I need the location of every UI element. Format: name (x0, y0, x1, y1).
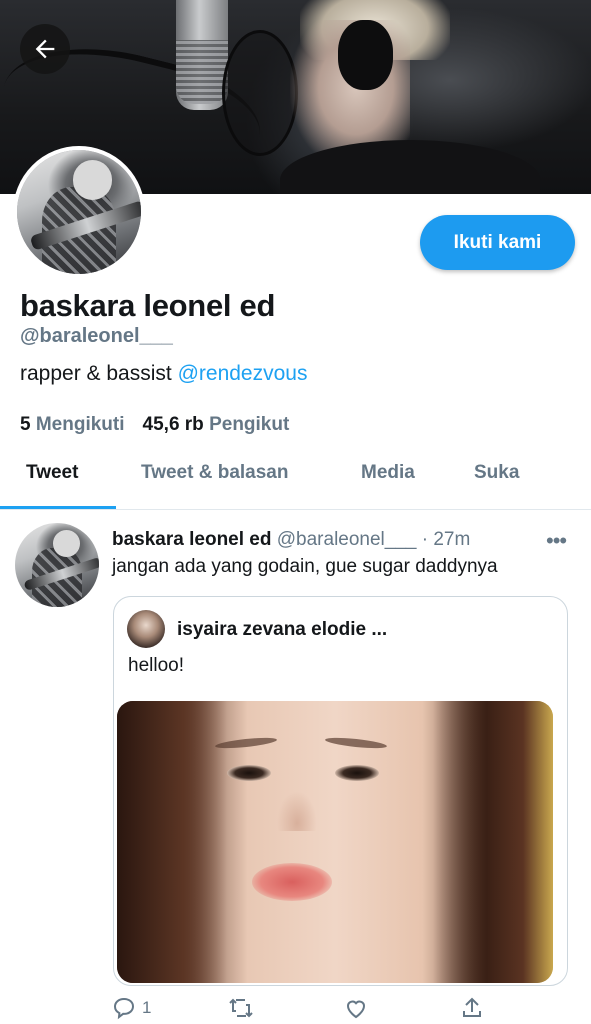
quote-author-name: isyaira zevana elodie ... (177, 619, 388, 640)
following-count: 5 (20, 414, 31, 435)
profile-avatar[interactable] (13, 146, 145, 278)
tab-likes[interactable]: Suka (474, 462, 519, 484)
quote-image[interactable] (117, 701, 553, 983)
retweet-button[interactable] (228, 996, 254, 1020)
reply-button[interactable]: 1 (112, 996, 151, 1020)
tweet-actions: 1 (0, 996, 591, 1024)
arrow-left-icon (35, 39, 55, 59)
followers-count: 45,6 rb (142, 414, 204, 435)
like-button[interactable] (344, 996, 368, 1020)
tweet-author-name[interactable]: baskara leonel ed (112, 529, 271, 550)
profile-bio: rapper & bassist @rendezvous (20, 362, 307, 386)
followers-label: Pengikut (209, 414, 290, 435)
quote-text: helloo! (128, 655, 184, 676)
tweet-meta: @baraleonel___ · 27m (276, 529, 471, 550)
reply-icon (113, 997, 135, 1020)
share-icon (463, 997, 481, 1017)
follow-button[interactable]: Ikuti kami (420, 215, 575, 270)
tab-media[interactable]: Media (361, 462, 415, 484)
heart-icon (346, 1000, 366, 1019)
profile-handle: @baraleonel___ (20, 325, 173, 347)
tab-tweet[interactable]: Tweet (26, 462, 78, 484)
quoted-tweet[interactable]: isyaira zevana elodie ... helloo! (113, 596, 568, 986)
tweet-header: baskara leonel ed @baraleonel___ · 27m (112, 529, 470, 551)
more-options-icon[interactable]: ••• (546, 528, 567, 554)
profile-tabs: Tweet Tweet & balasan Media Suka (0, 450, 591, 510)
back-button[interactable] (20, 24, 70, 74)
tabs-divider (0, 509, 591, 510)
quote-avatar (127, 610, 165, 648)
retweet-icon (229, 998, 253, 1018)
reply-count: 1 (142, 998, 152, 1017)
following-stat[interactable]: 5 Mengikuti (20, 414, 125, 435)
profile-name: baskara leonel ed (20, 288, 276, 323)
share-button[interactable] (460, 996, 484, 1020)
profile-stats: 5 Mengikuti 45,6 rb Pengikut (20, 414, 289, 436)
bio-mention-link[interactable]: @rendezvous (178, 362, 308, 385)
following-label: Mengikuti (35, 414, 125, 435)
tweet-avatar[interactable] (15, 523, 99, 607)
followers-stat[interactable]: 45,6 rb Pengikut (143, 414, 290, 435)
tweet-text: jangan ada yang godain, gue sugar daddyn… (112, 556, 498, 577)
tab-tweet-replies[interactable]: Tweet & balasan (141, 462, 288, 484)
bio-text: rapper & bassist (20, 362, 178, 385)
